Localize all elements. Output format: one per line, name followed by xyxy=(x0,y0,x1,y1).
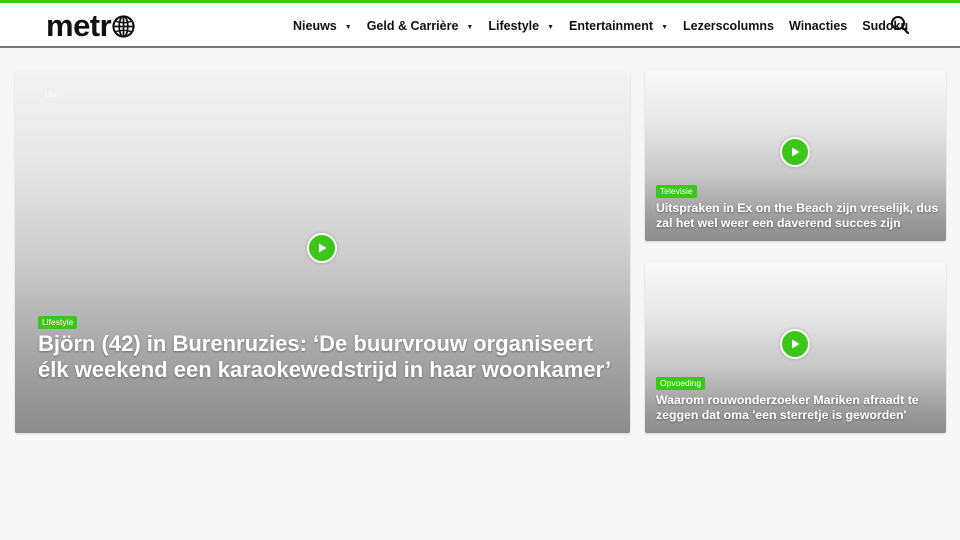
article-title[interactable]: Björn (42) in Burenruzies: ‘De buurvrouw… xyxy=(38,331,613,383)
nav-label: Lifestyle xyxy=(488,18,540,33)
nav-item-lezerscolumns[interactable]: Lezerscolumns xyxy=(683,19,774,33)
chevron-down-icon: ▼ xyxy=(547,23,555,31)
chevron-down-icon: ▼ xyxy=(466,23,474,31)
nav-label: Entertainment xyxy=(569,18,654,33)
play-icon[interactable] xyxy=(780,329,810,359)
chevron-down-icon: ▼ xyxy=(344,23,352,31)
nav-label: Nieuws xyxy=(293,18,337,33)
nav-label: Lezerscolumns xyxy=(683,18,775,33)
nav-label: Geld & Carrière xyxy=(366,18,459,33)
nav-item-entertainment[interactable]: Entertainment ▼ xyxy=(569,19,668,33)
article-title[interactable]: Waarom rouwonderzoeker Mariken afraadt t… xyxy=(656,393,941,423)
category-tag[interactable]: Opvoeding xyxy=(656,377,706,391)
main-nav: Nieuws ▼ Geld & Carrière ▼ Lifestyle ▼ E… xyxy=(293,3,923,48)
nav-item-lifestyle[interactable]: Lifestyle ▼ xyxy=(488,19,554,33)
featured-article-card[interactable]: Uw Lifestyle Björn (42) in Burenruzies: … xyxy=(15,70,630,433)
nav-label: Winacties xyxy=(789,18,848,33)
chevron-down-icon: ▼ xyxy=(661,23,668,31)
globe-icon xyxy=(112,14,135,38)
play-icon[interactable] xyxy=(307,233,337,263)
metro-logo[interactable]: metr xyxy=(46,9,135,41)
side-article-card[interactable]: Televisie Uitspraken in Ex on the Beach … xyxy=(645,70,946,241)
logo-text: metr xyxy=(46,7,112,43)
nav-item-winacties[interactable]: Winacties xyxy=(789,19,847,33)
nav-item-nieuws[interactable]: Nieuws ▼ xyxy=(293,19,352,33)
category-tag[interactable]: Lifestyle xyxy=(38,316,78,330)
article-title[interactable]: Uitspraken in Ex on the Beach zijn vrese… xyxy=(656,201,941,231)
category-tag[interactable]: Televisie xyxy=(656,185,697,199)
overlay-label: Uw xyxy=(45,90,57,99)
side-article-card[interactable]: Opvoeding Waarom rouwonderzoeker Mariken… xyxy=(645,262,946,433)
search-icon[interactable] xyxy=(890,15,910,35)
site-header: metr Nieuws ▼ Geld & Carrière ▼ Lifestyl… xyxy=(0,3,960,48)
nav-item-geld-carriere[interactable]: Geld & Carrière ▼ xyxy=(367,19,474,33)
play-icon[interactable] xyxy=(780,137,810,167)
